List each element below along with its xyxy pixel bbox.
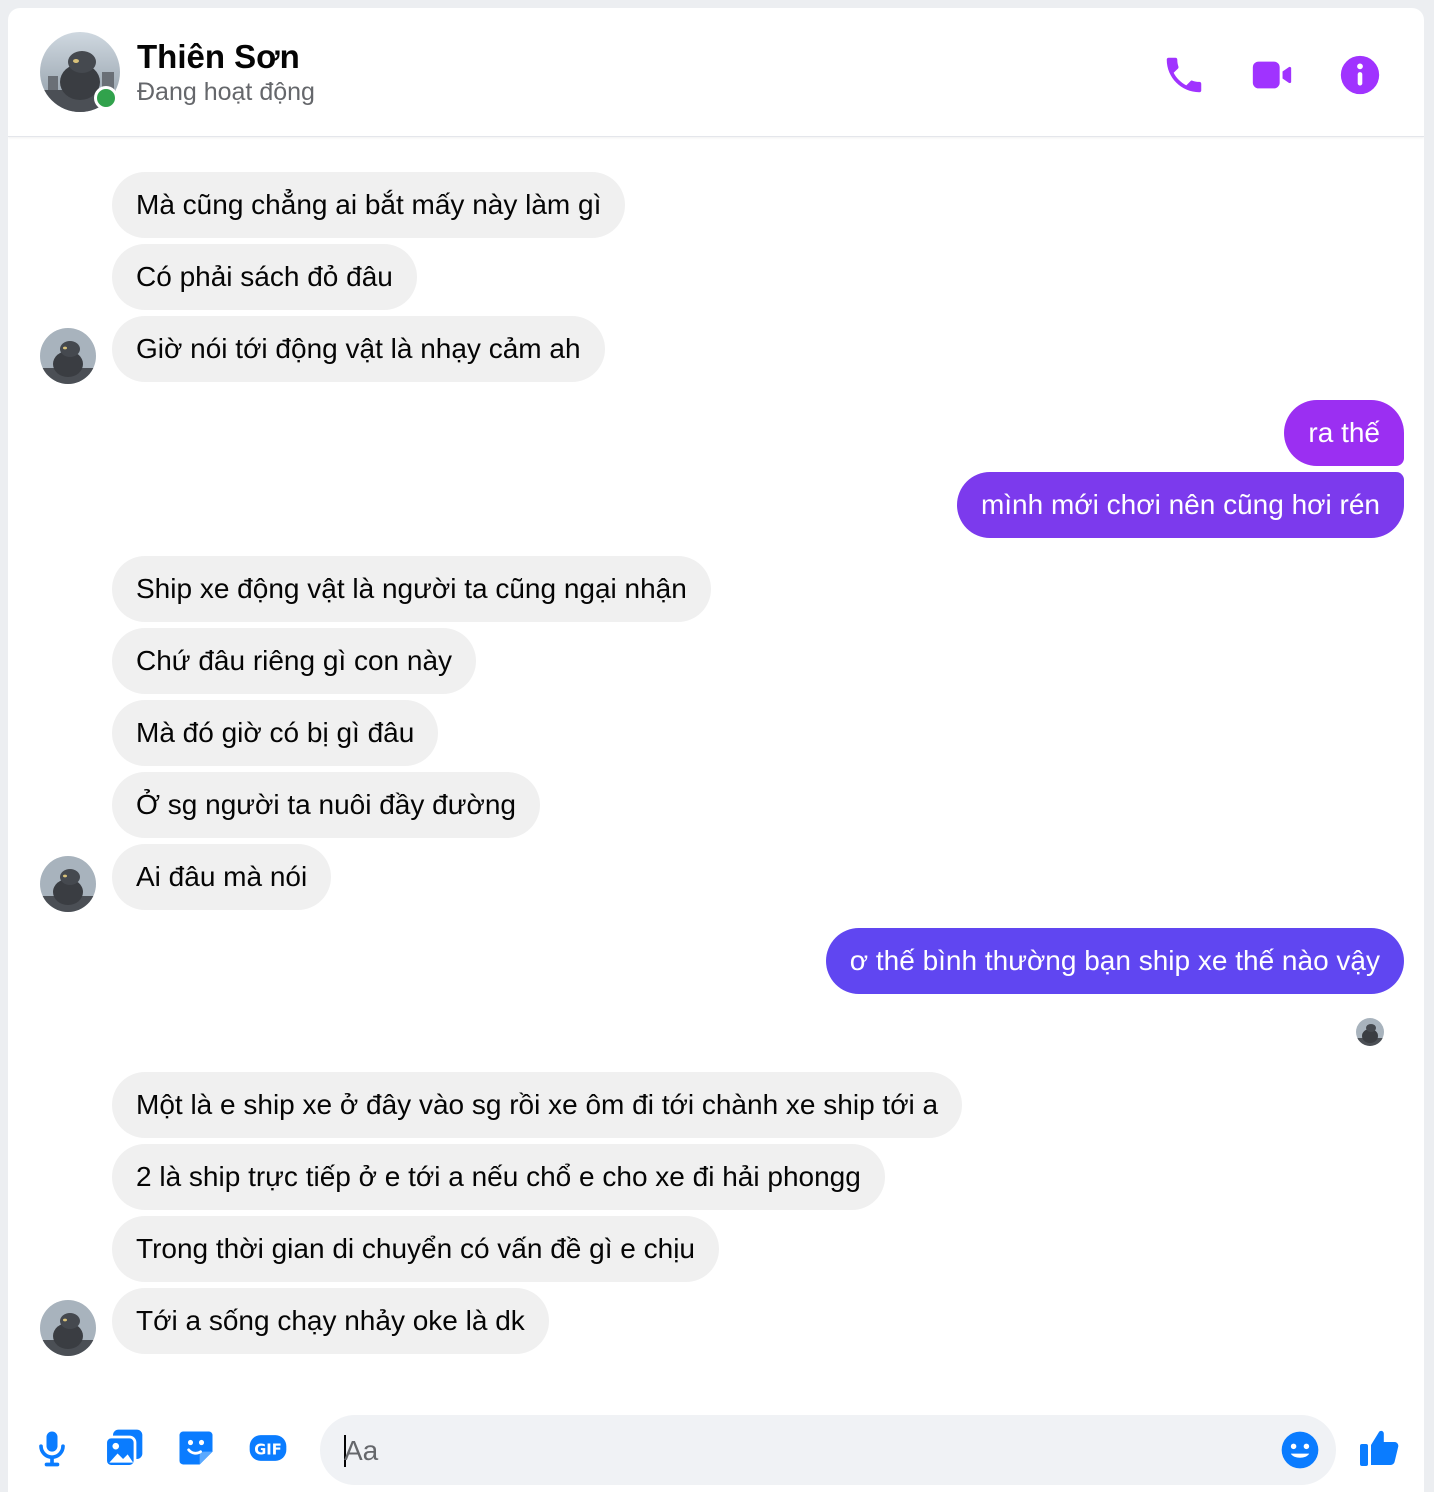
microphone-icon[interactable] bbox=[30, 1426, 74, 1470]
message-bubble-incoming[interactable]: Ai đâu mà nói bbox=[112, 844, 332, 910]
contact-status: Đang hoạt động bbox=[137, 78, 315, 106]
svg-text:GIF: GIF bbox=[254, 1441, 282, 1458]
message-bubble-incoming[interactable]: Ở sg người ta nuôi đầy đường bbox=[112, 772, 540, 838]
message-bubble-incoming[interactable]: Ship xe động vật là người ta cũng ngại n… bbox=[112, 556, 711, 622]
message-input-box[interactable] bbox=[320, 1415, 1336, 1487]
gif-icon[interactable]: GIF bbox=[246, 1426, 290, 1470]
message-bubble-incoming[interactable]: Tới a sống chạy nhảy oke là dk bbox=[112, 1288, 549, 1354]
messenger-window: Thiên Sơn Đang hoạt động Mà cũng chẳng a… bbox=[8, 8, 1424, 1492]
message-bubble-incoming[interactable]: Mà đó giờ có bị gì đâu bbox=[112, 700, 439, 766]
sender-avatar[interactable] bbox=[40, 1300, 96, 1356]
video-icon[interactable] bbox=[1249, 52, 1295, 98]
message-bubble-outgoing[interactable]: ơ thế bình thường bạn ship xe thế nào vậ… bbox=[825, 928, 1404, 994]
sticker-icon[interactable] bbox=[174, 1426, 218, 1470]
online-status-dot bbox=[94, 86, 118, 110]
message-bubble-incoming[interactable]: Chứ đâu riêng gì con này bbox=[112, 628, 477, 694]
emoji-icon[interactable] bbox=[1278, 1428, 1322, 1472]
sender-avatar[interactable] bbox=[40, 856, 96, 912]
message-bubble-outgoing[interactable]: mình mới chơi nên cũng hơi rén bbox=[956, 472, 1404, 538]
message-bubble-incoming[interactable]: Trong thời gian di chuyển có vấn đề gì e… bbox=[112, 1216, 720, 1282]
sender-avatar[interactable] bbox=[40, 328, 96, 384]
thumbs-up-icon[interactable] bbox=[1356, 1424, 1404, 1472]
image-icon[interactable] bbox=[102, 1426, 146, 1470]
message-input[interactable] bbox=[342, 1415, 1246, 1487]
message-bubble-incoming[interactable]: Giờ nói tới động vật là nhạy cảm ah bbox=[112, 316, 605, 382]
message-bubble-incoming[interactable]: Mà cũng chẳng ai bắt mấy này làm gì bbox=[112, 172, 626, 238]
message-bubble-outgoing[interactable]: ra thế bbox=[1284, 400, 1404, 466]
message-bubble-incoming[interactable]: Một là e ship xe ở đây vào sg rồi xe ôm … bbox=[112, 1072, 963, 1138]
seen-receipt-avatar bbox=[1356, 1018, 1384, 1046]
chat-header: Thiên Sơn Đang hoạt động bbox=[8, 8, 1424, 137]
message-bubble-incoming[interactable]: Có phải sách đỏ đâu bbox=[112, 244, 417, 310]
message-bubble-incoming[interactable]: 2 là ship trực tiếp ở e tới a nếu chổ e … bbox=[112, 1144, 885, 1210]
phone-icon[interactable] bbox=[1161, 52, 1207, 98]
contact-name[interactable]: Thiên Sơn bbox=[137, 38, 300, 76]
info-icon[interactable] bbox=[1337, 52, 1383, 98]
